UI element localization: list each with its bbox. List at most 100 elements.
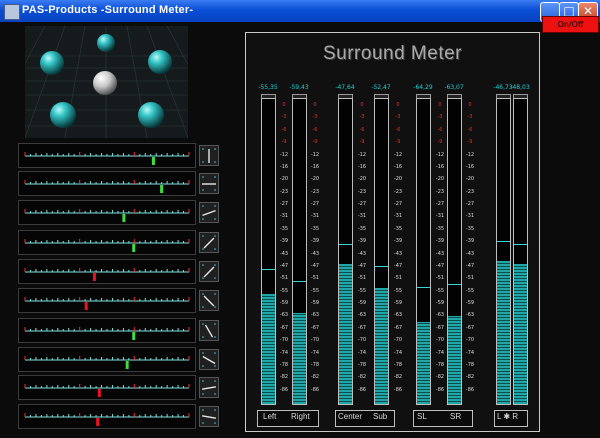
scale-label: -12 <box>310 151 320 158</box>
scale-label: -9 <box>281 139 287 146</box>
scale-label: -39 <box>279 238 289 245</box>
scale-label: -67 <box>393 324 403 331</box>
scale-label: -43 <box>310 250 320 257</box>
scale-label: 0 <box>396 102 400 108</box>
scale-label: -35 <box>435 225 445 232</box>
fader-indicator <box>125 361 129 369</box>
scale-label: -35 <box>393 225 403 232</box>
scale-label: -35 <box>279 225 289 232</box>
scale-label: -70 <box>310 337 320 344</box>
pan-knob[interactable] <box>199 290 219 311</box>
scale-label: -31 <box>310 213 320 220</box>
scale-label: -59 <box>279 300 289 306</box>
onoff-button[interactable]: On/Off <box>542 16 599 33</box>
level-fill <box>497 260 510 404</box>
scale-label: -47 <box>310 262 320 269</box>
scale-label: -74 <box>393 349 403 356</box>
scale-label: -67 <box>357 324 367 331</box>
scale-label: -12 <box>357 151 367 158</box>
speaker-surround-left <box>50 102 76 128</box>
scale-label: -27 <box>393 201 403 207</box>
scale-label: -31 <box>465 213 475 220</box>
fader-row[interactable] <box>18 143 196 168</box>
speaker-surround-right <box>138 102 164 128</box>
scale-label: -6 <box>395 126 401 133</box>
scale-label: -23 <box>310 188 320 195</box>
scale-label: -82 <box>435 374 445 381</box>
fader-row[interactable] <box>18 230 196 255</box>
fader-row[interactable] <box>18 347 196 372</box>
scale-label: -67 <box>279 324 289 331</box>
scale-label: -12 <box>279 151 289 158</box>
scale-label: -63 <box>310 312 320 319</box>
fader-indicator <box>160 185 164 193</box>
label-lr-downmix: L ✱ R <box>497 412 519 421</box>
scale-label: -6 <box>437 126 443 133</box>
scale-label: -43 <box>435 250 445 257</box>
scale-label: -35 <box>357 225 367 232</box>
scale-label: -12 <box>393 151 403 158</box>
pan-knob[interactable] <box>199 377 219 398</box>
peak-value: -48,03 <box>510 84 530 91</box>
label-sr: SR <box>450 412 462 421</box>
fader-row[interactable] <box>18 171 196 196</box>
peak-hold-line <box>417 287 430 289</box>
scale-label: -51 <box>279 275 289 282</box>
level-meter <box>338 98 353 405</box>
scale-label: -43 <box>393 250 403 257</box>
scale-label: -55 <box>357 287 367 294</box>
scale-label: 0 <box>468 102 472 108</box>
scale-label: -86 <box>279 386 289 393</box>
peak-value: -47,64 <box>335 84 355 91</box>
scale-label: -51 <box>310 275 320 282</box>
scale-label: -3 <box>281 114 287 121</box>
pan-knob[interactable] <box>199 320 219 341</box>
label-sub: Sub <box>373 412 388 421</box>
scale-label: -6 <box>281 126 287 133</box>
scale-label: -47 <box>465 262 475 269</box>
scale-label: -23 <box>393 188 403 195</box>
scale-label: -82 <box>279 374 289 381</box>
scale-label: -9 <box>467 139 473 146</box>
scale-label: -74 <box>279 349 289 356</box>
fader-row[interactable] <box>18 375 196 400</box>
fader-row[interactable] <box>18 200 196 225</box>
peak-hold-line <box>375 265 388 267</box>
scale-label: -70 <box>465 337 475 344</box>
app-icon <box>4 4 20 20</box>
peak-value: -64,29 <box>413 84 433 91</box>
fader-row[interactable] <box>18 259 196 284</box>
scale-label: -86 <box>435 386 445 393</box>
fader-indicator <box>97 389 101 397</box>
pan-knob[interactable] <box>199 232 219 253</box>
title-bar: PAS-Products -Surround Meter- _ □ ✕ <box>0 0 600 22</box>
scale-label: -27 <box>310 201 320 207</box>
scale-label: -43 <box>279 250 289 257</box>
fader-row[interactable] <box>18 288 196 313</box>
scale-label: -23 <box>465 188 475 195</box>
surround-position-view[interactable] <box>25 26 188 138</box>
scale-label: -82 <box>393 374 403 381</box>
pan-knob[interactable] <box>199 173 219 194</box>
scale-label: -9 <box>312 139 318 146</box>
peak-value: -52,47 <box>371 84 391 91</box>
pan-knob[interactable] <box>199 261 219 282</box>
scale-label: -47 <box>279 262 289 269</box>
scale-label: -70 <box>357 337 367 344</box>
label-center: Center <box>338 412 363 421</box>
scale-label: -9 <box>359 139 365 146</box>
pan-knob[interactable] <box>199 202 219 223</box>
pan-knob[interactable] <box>199 349 219 370</box>
scale-label: -59 <box>310 300 320 306</box>
pan-knob[interactable] <box>199 145 219 166</box>
fader-row[interactable] <box>18 404 196 429</box>
scale-label: -55 <box>465 287 475 294</box>
fader-indicator <box>92 273 96 281</box>
level-fill <box>339 263 352 404</box>
scale-label: -3 <box>312 114 318 121</box>
scale-label: -70 <box>279 337 289 344</box>
speaker-center <box>97 34 115 52</box>
fader-row[interactable] <box>18 318 196 343</box>
scale-label: -63 <box>279 312 289 319</box>
pan-knob[interactable] <box>199 406 219 427</box>
